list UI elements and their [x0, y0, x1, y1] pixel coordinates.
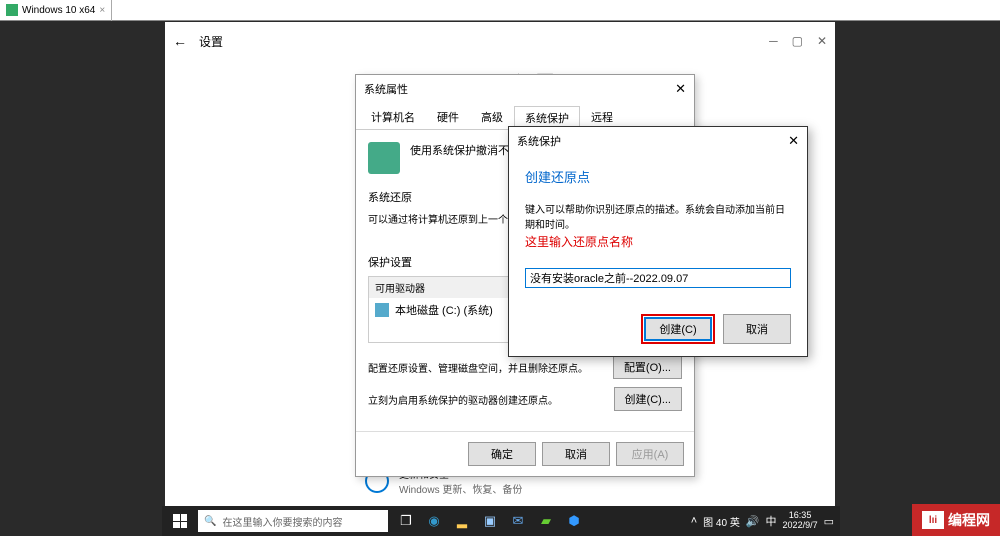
app-icon[interactable]: ⬢: [562, 509, 586, 533]
explorer-icon[interactable]: ▂: [450, 509, 474, 533]
search-placeholder: 在这里输入你要搜索的内容: [222, 514, 342, 529]
dlg-title: 系统保护: [517, 133, 561, 149]
back-button[interactable]: ←: [173, 33, 187, 49]
ime-indicator[interactable]: 中: [766, 513, 777, 529]
chevron-up-icon[interactable]: ˄: [691, 515, 697, 527]
create-button[interactable]: 创建(C)...: [614, 387, 682, 411]
watermark-logo: lıi: [922, 511, 944, 529]
taskbar: 🔍 在这里输入你要搜索的内容 ❐ ◉ ▂ ▣ ✉ ▰ ⬢ ˄ 图 40 英 🔊 …: [162, 506, 840, 536]
app-icon[interactable]: ▰: [534, 509, 558, 533]
drive-label: 本地磁盘 (C:) (系统): [395, 302, 493, 318]
search-input[interactable]: 🔍 在这里输入你要搜索的内容: [198, 510, 388, 532]
search-icon: 🔍: [204, 516, 216, 527]
store-icon[interactable]: ▣: [478, 509, 502, 533]
system-protection-dialog: 系统保护 ✕ 创建还原点 键入可以帮助你识别还原点的描述。系统会自动添加当前日期…: [508, 126, 808, 357]
windows-icon: [173, 514, 187, 528]
config-button[interactable]: 配置(O)...: [613, 355, 682, 379]
cancel-button[interactable]: 取消: [723, 314, 791, 344]
tab-computer-name[interactable]: 计算机名: [360, 105, 426, 129]
create-button[interactable]: 创建(C): [644, 317, 712, 341]
disk-icon: [375, 303, 389, 317]
clock[interactable]: 16:35 2022/9/7: [783, 511, 818, 531]
close-icon[interactable]: ✕: [675, 81, 686, 97]
vm-tab-close-icon[interactable]: ×: [99, 5, 105, 16]
highlight-annotation: 创建(C): [641, 314, 715, 344]
restore-point-name-input[interactable]: [525, 268, 791, 288]
shield-icon: [368, 142, 400, 174]
task-view-icon[interactable]: ❐: [394, 509, 418, 533]
vm-tab-bar: Windows 10 x64 ×: [0, 0, 1000, 21]
close-icon[interactable]: ✕: [817, 34, 827, 48]
start-button[interactable]: [162, 506, 198, 536]
cancel-button[interactable]: 取消: [542, 442, 610, 466]
notification-icon[interactable]: ▭: [824, 515, 834, 528]
edge-icon[interactable]: ◉: [422, 509, 446, 533]
ok-button[interactable]: 确定: [468, 442, 536, 466]
vm-tab-label: Windows 10 x64: [22, 5, 95, 16]
tray-text[interactable]: 图 40 英: [703, 514, 740, 529]
config-desc: 配置还原设置、管理磁盘空间，并且删除还原点。: [368, 360, 613, 375]
mail-icon[interactable]: ✉: [506, 509, 530, 533]
dlg-desc: 键入可以帮助你识别还原点的描述。系统会自动添加当前日期和时间。: [525, 201, 791, 231]
maximize-icon[interactable]: ▢: [792, 34, 803, 48]
watermark-text: 编程网: [948, 510, 990, 530]
settings-header-title: 设置: [199, 33, 223, 50]
minimize-icon[interactable]: ─: [769, 34, 778, 48]
vm-icon: [6, 4, 18, 16]
vm-tab[interactable]: Windows 10 x64 ×: [0, 0, 112, 21]
create-desc: 立刻为启用系统保护的驱动器创建还原点。: [368, 392, 614, 407]
watermark: lıi 编程网: [912, 504, 1000, 536]
settings-header: ← 设置 ─ ▢ ✕: [165, 22, 835, 60]
volume-icon[interactable]: 🔊: [746, 515, 760, 528]
apply-button[interactable]: 应用(A): [616, 442, 684, 466]
red-annotation: 这里输入还原点名称: [525, 233, 791, 250]
close-icon[interactable]: ✕: [788, 133, 799, 149]
tab-hardware[interactable]: 硬件: [426, 105, 470, 129]
dlg-heading: 创建还原点: [525, 167, 791, 186]
sysprops-title: 系统属性: [364, 81, 408, 97]
